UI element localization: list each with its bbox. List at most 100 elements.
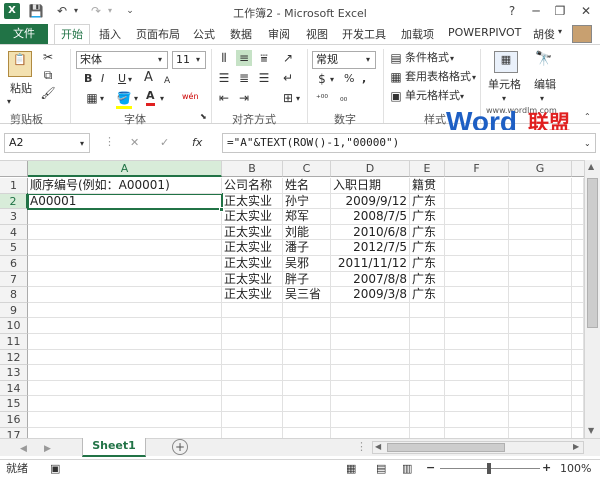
cell[interactable] bbox=[410, 365, 445, 381]
cell[interactable] bbox=[28, 318, 222, 334]
scroll-left-icon[interactable]: ◀ bbox=[375, 442, 381, 451]
cell[interactable] bbox=[445, 287, 509, 303]
cell[interactable] bbox=[283, 412, 331, 428]
cell[interactable] bbox=[410, 302, 445, 319]
wrap-text-icon[interactable]: ↵ bbox=[280, 70, 296, 86]
row-header[interactable]: 12 bbox=[0, 349, 28, 366]
font-size-select[interactable]: 11 bbox=[172, 51, 206, 69]
formula-input[interactable]: ="A"&TEXT(ROW()-1,"00000") bbox=[222, 133, 596, 153]
help-button[interactable]: ? bbox=[500, 0, 524, 22]
row-header[interactable]: 10 bbox=[0, 318, 28, 334]
tab-page-layout[interactable]: 页面布局 bbox=[136, 26, 180, 42]
row-header[interactable]: 3 bbox=[0, 209, 28, 225]
tab-data[interactable]: 数据 bbox=[230, 26, 252, 42]
column-header-a[interactable]: A bbox=[28, 161, 222, 177]
cell[interactable]: 孙宁 bbox=[283, 193, 331, 210]
hscroll-thumb[interactable] bbox=[387, 443, 505, 452]
cell[interactable] bbox=[222, 302, 283, 319]
tab-powerpivot[interactable]: POWERPIVOT bbox=[448, 26, 521, 39]
cell[interactable] bbox=[445, 193, 509, 210]
cell[interactable] bbox=[572, 209, 584, 225]
cell[interactable] bbox=[283, 365, 331, 381]
cell[interactable] bbox=[331, 412, 410, 428]
enter-icon[interactable]: ✓ bbox=[160, 135, 169, 151]
cell[interactable] bbox=[572, 302, 584, 319]
close-button[interactable]: ✕ bbox=[574, 0, 598, 22]
cell[interactable] bbox=[509, 271, 572, 288]
cell[interactable] bbox=[572, 318, 584, 334]
cell[interactable] bbox=[572, 396, 584, 412]
cell[interactable] bbox=[572, 224, 584, 241]
paste-button[interactable]: 粘贴 bbox=[10, 81, 32, 97]
cell[interactable] bbox=[410, 396, 445, 412]
tab-view[interactable]: 视图 bbox=[306, 26, 328, 42]
cell[interactable] bbox=[445, 349, 509, 366]
row-header[interactable]: 9 bbox=[0, 302, 28, 319]
borders-dropdown-icon[interactable]: ▾ bbox=[100, 91, 104, 107]
minimize-button[interactable]: ─ bbox=[524, 0, 548, 22]
scroll-right-icon[interactable]: ▶ bbox=[573, 442, 579, 451]
row-header[interactable]: 4 bbox=[0, 224, 28, 241]
cell[interactable] bbox=[509, 240, 572, 256]
cell[interactable]: 籍贯 bbox=[410, 178, 445, 194]
cell[interactable] bbox=[410, 380, 445, 397]
cell[interactable]: 2011/11/12 bbox=[331, 256, 410, 272]
cell[interactable] bbox=[283, 318, 331, 334]
row-header[interactable]: 6 bbox=[0, 256, 28, 272]
cell[interactable] bbox=[28, 365, 222, 381]
tab-split-handle[interactable]: ⋮ bbox=[356, 439, 367, 455]
cell[interactable]: A00001 bbox=[28, 193, 222, 210]
orientation-icon[interactable]: ↗ bbox=[280, 50, 296, 66]
cell[interactable]: 广东 bbox=[410, 209, 445, 225]
borders-icon[interactable]: ▦ bbox=[84, 90, 100, 106]
user-dropdown-icon[interactable]: ▾ bbox=[558, 27, 562, 36]
font-name-select[interactable]: 宋体 bbox=[76, 51, 168, 69]
cell[interactable] bbox=[445, 302, 509, 319]
cell-styles-button[interactable]: 单元格样式 bbox=[405, 88, 460, 104]
cell[interactable] bbox=[331, 349, 410, 366]
tab-file[interactable]: 文件 bbox=[0, 24, 48, 44]
select-all-corner[interactable] bbox=[0, 161, 28, 177]
add-sheet-button[interactable]: + bbox=[172, 439, 188, 455]
cell[interactable] bbox=[222, 396, 283, 412]
cell[interactable] bbox=[28, 396, 222, 412]
cell[interactable] bbox=[509, 209, 572, 225]
cell[interactable]: 正太实业 bbox=[222, 240, 283, 256]
cell[interactable] bbox=[445, 271, 509, 288]
cell[interactable]: 2012/7/5 bbox=[331, 240, 410, 256]
row-header[interactable]: 8 bbox=[0, 287, 28, 303]
avatar[interactable] bbox=[572, 25, 592, 43]
cell[interactable]: 正太实业 bbox=[222, 193, 283, 210]
align-center-icon[interactable]: ≣ bbox=[236, 70, 252, 86]
name-box-dropdown-icon[interactable]: ▾ bbox=[80, 136, 84, 152]
prev-sheet-icon[interactable]: ◀ bbox=[20, 441, 27, 457]
cell[interactable] bbox=[283, 396, 331, 412]
insert-function-button[interactable]: fx bbox=[192, 135, 202, 151]
tab-home[interactable]: 开始 bbox=[54, 24, 90, 45]
cell[interactable] bbox=[572, 178, 584, 194]
cell[interactable]: 正太实业 bbox=[222, 224, 283, 241]
page-break-view-icon[interactable]: ▥ bbox=[402, 461, 412, 477]
tab-insert[interactable]: 插入 bbox=[99, 26, 121, 42]
column-header-d[interactable]: D bbox=[331, 161, 410, 177]
row-header[interactable]: 14 bbox=[0, 380, 28, 397]
fill-handle[interactable] bbox=[219, 207, 224, 213]
collapse-ribbon-icon[interactable]: ⌃ bbox=[584, 109, 591, 125]
cell[interactable] bbox=[445, 334, 509, 350]
cell[interactable] bbox=[572, 365, 584, 381]
font-size-dropdown-icon[interactable]: ▾ bbox=[196, 52, 200, 68]
underline-button[interactable]: U bbox=[118, 71, 126, 87]
tab-addins[interactable]: 加载项 bbox=[401, 26, 434, 42]
cell[interactable]: 正太实业 bbox=[222, 209, 283, 225]
tab-developer[interactable]: 开发工具 bbox=[342, 26, 386, 42]
cell[interactable] bbox=[28, 256, 222, 272]
macro-record-icon[interactable]: ▣ bbox=[50, 461, 60, 477]
column-header-g[interactable]: G bbox=[509, 161, 572, 177]
increase-decimal-icon[interactable]: ⁺⁰⁰ bbox=[316, 91, 328, 107]
comma-button[interactable]: , bbox=[362, 71, 366, 87]
cell[interactable] bbox=[445, 224, 509, 241]
zoom-slider-thumb[interactable] bbox=[487, 463, 491, 474]
binoculars-icon[interactable]: 🔭 bbox=[532, 51, 556, 73]
cell[interactable] bbox=[331, 302, 410, 319]
align-middle-icon[interactable]: ≡ bbox=[236, 50, 252, 66]
